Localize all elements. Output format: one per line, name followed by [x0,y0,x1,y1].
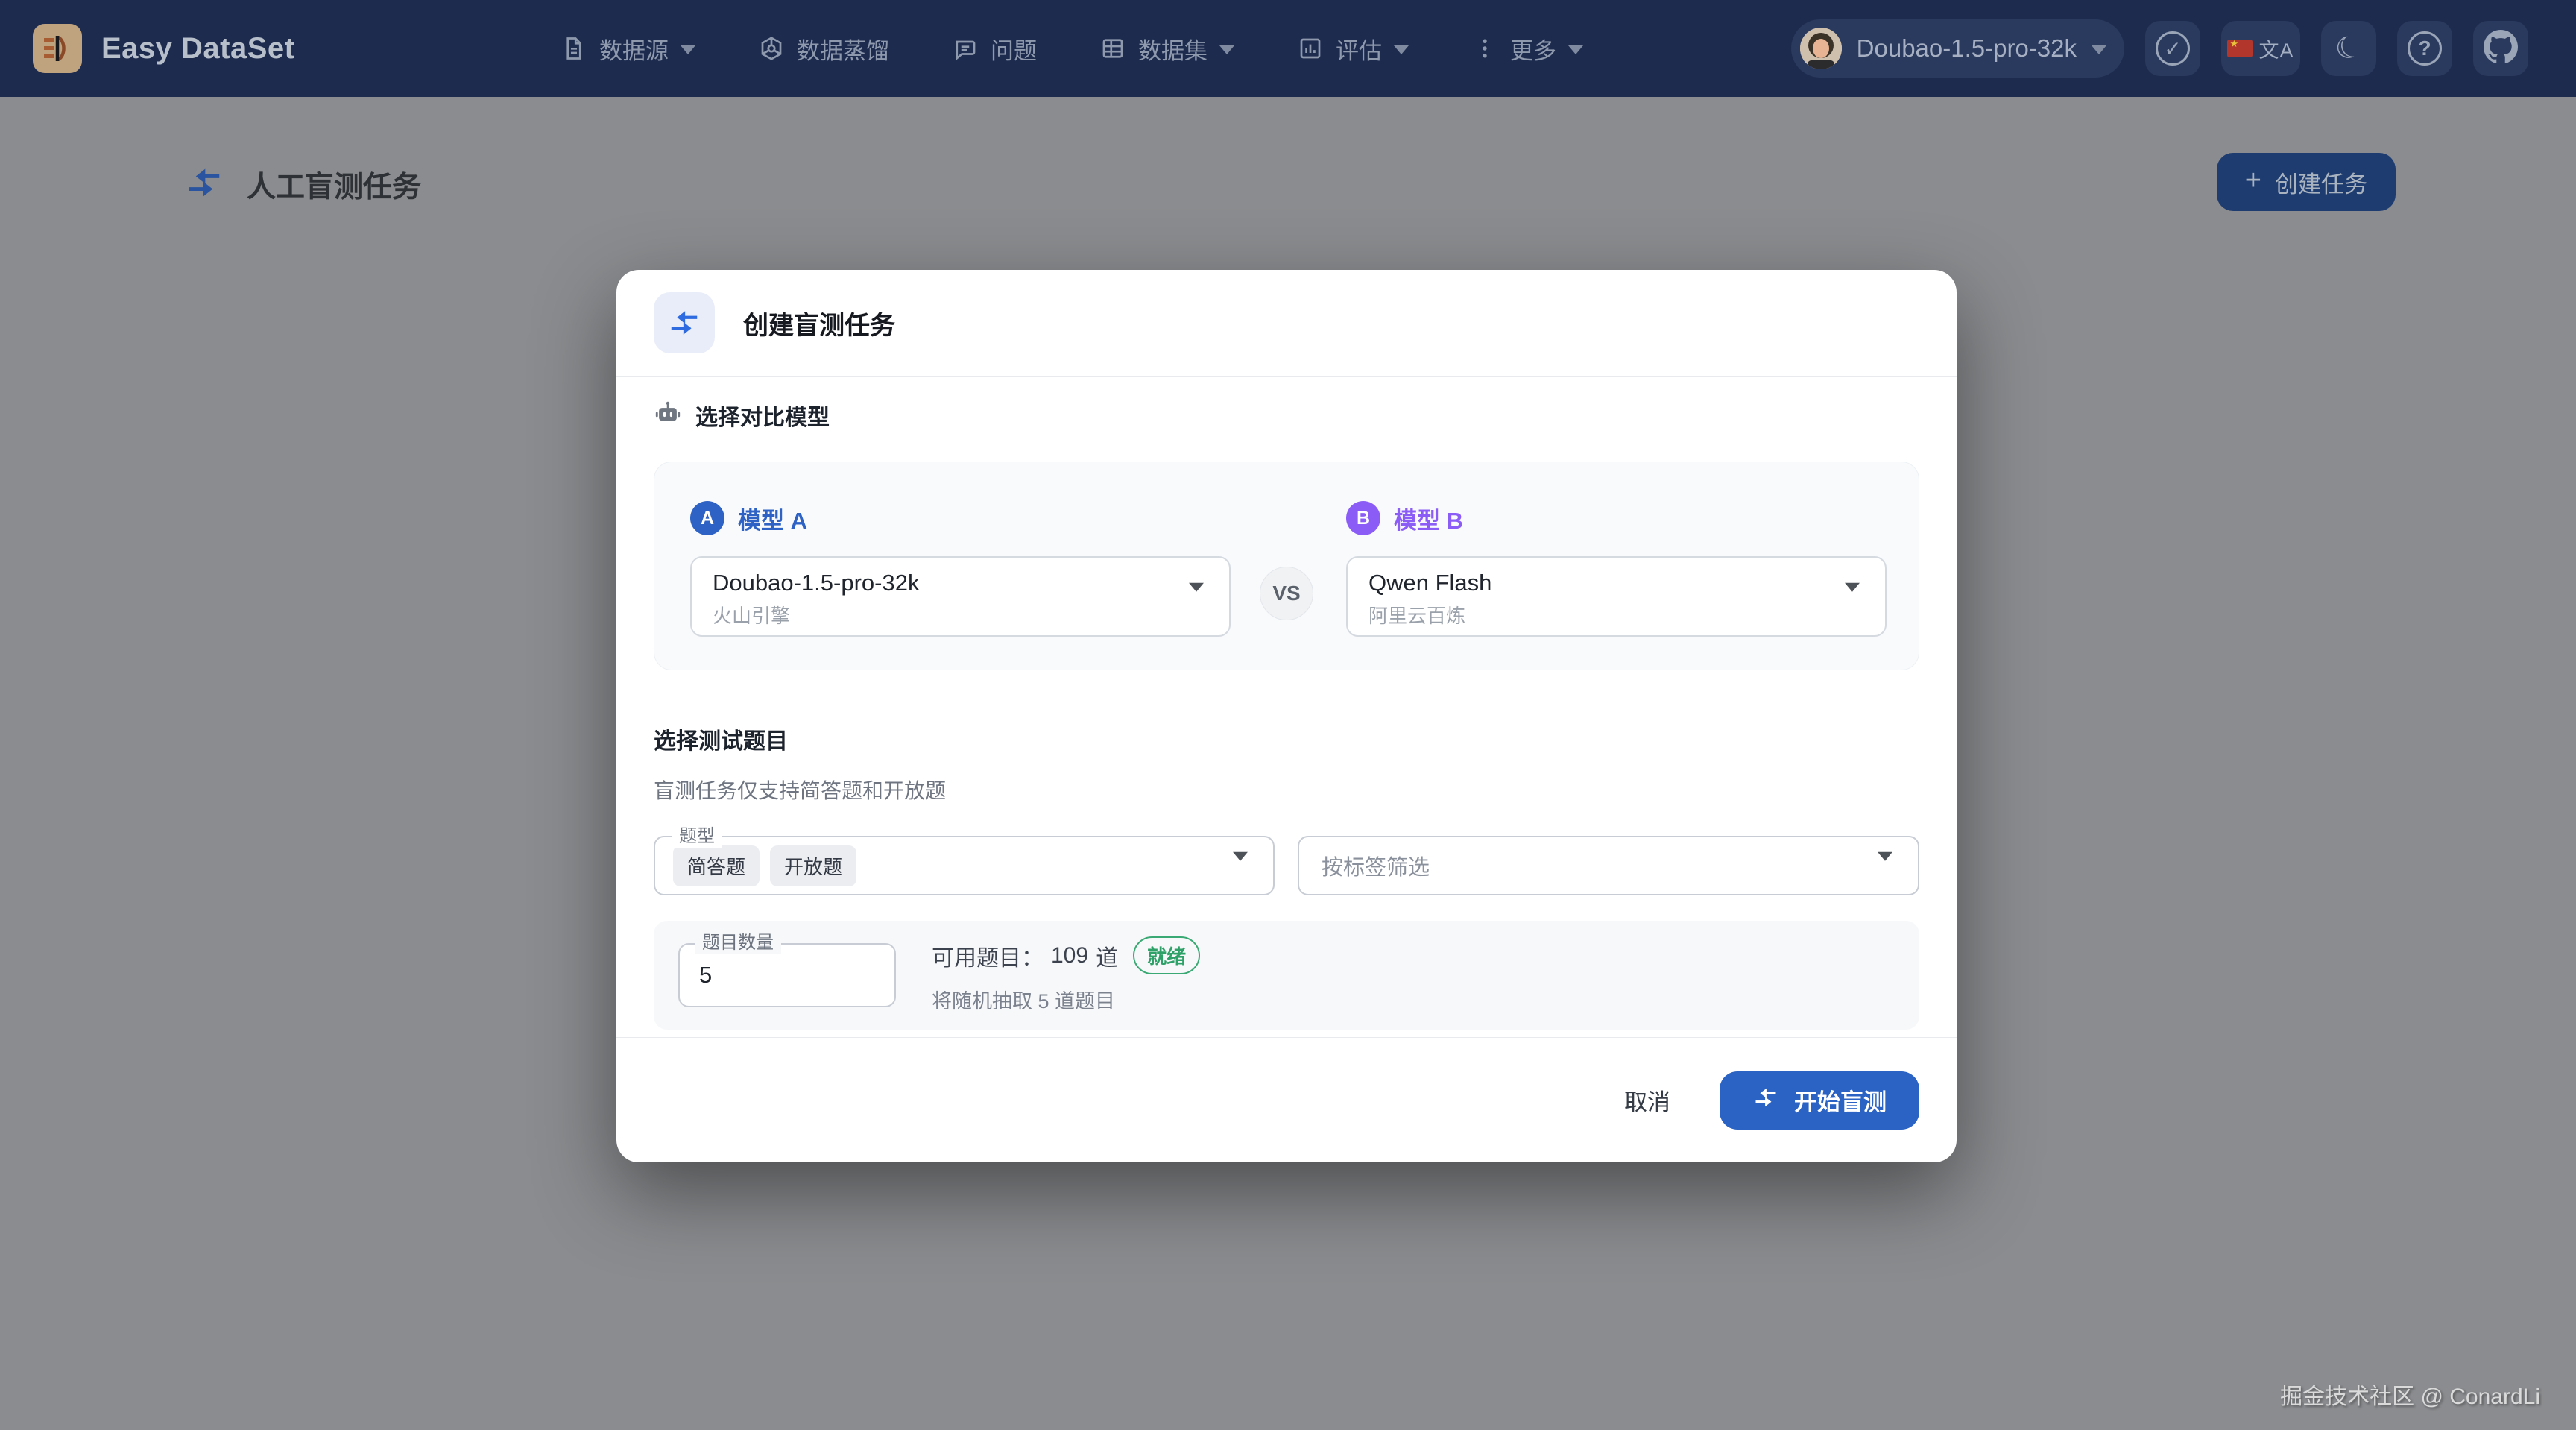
distill-icon [758,35,785,62]
quantity-card: 题目数量 可用题目： 109 道 就绪 将随机抽取 5 道题目 [654,921,1919,1030]
nav-menu: 数据源 数据蒸馏 问题 数据集 [561,0,1583,97]
model-b-label: 模型 B [1394,502,1463,535]
modal-title: 创建盲测任务 [743,305,895,341]
questions-hint: 盲测任务仅支持简答题和开放题 [654,775,1919,804]
language-switch-button[interactable]: 文A [2221,21,2300,76]
available-prefix: 可用题目： [932,939,1044,972]
chevron-down-icon [1878,861,1892,875]
modal-footer: 取消 开始盲测 [616,1037,1957,1162]
nav-item-distill[interactable]: 数据蒸馏 [758,32,889,66]
create-task-button[interactable]: + 创建任务 [2217,153,2396,211]
document-icon [561,35,587,62]
question-type-select[interactable]: 题型 简答题 开放题 [654,836,1275,895]
github-icon [2484,30,2518,68]
models-card: A 模型 A Doubao-1.5-pro-32k 火山引擎 VS B 模型 B… [654,462,1919,670]
watermark: 掘金技术社区 @ ConardLi [2280,1378,2540,1411]
model-b-badge: B [1346,501,1380,535]
questions-section-heading: 选择测试题目 [654,722,1919,755]
model-b-provider: 阿里云百炼 [1368,601,1833,629]
quantity-label: 题目数量 [695,933,781,954]
nav-item-more[interactable]: 更多 [1471,32,1583,66]
page-header: 人工盲测任务 [184,163,421,207]
cancel-button[interactable]: 取消 [1611,1076,1684,1124]
model-a-provider: 火山引擎 [713,601,1177,629]
app-title: Easy DataSet [101,32,294,66]
tag-filter-select[interactable]: 按标签筛选 [1298,836,1919,895]
robot-icon [654,400,682,432]
plus-icon: + [2245,166,2261,195]
check-circle-icon: ✓ [2156,31,2190,66]
model-b-column: B 模型 B Qwen Flash 阿里云百炼 [1346,501,1887,637]
filters-row: 题型 简答题 开放题 按标签筛选 [654,836,1919,895]
compare-arrows-icon [654,292,715,353]
chevron-down-icon [1219,45,1234,54]
nav-actions: Doubao-1.5-pro-32k ✓ 文A ☾ ? [1791,0,2528,97]
chevron-down-icon [1568,45,1583,54]
model-selector[interactable]: Doubao-1.5-pro-32k [1791,19,2124,78]
models-section-heading: 选择对比模型 [654,399,1919,432]
model-a-badge: A [690,501,724,535]
page-title: 人工盲测任务 [247,164,421,206]
top-navbar: Easy DataSet 数据源 数据蒸馏 [0,0,2576,97]
tag-filter-placeholder: 按标签筛选 [1322,850,1430,881]
dark-mode-button[interactable]: ☾ [2321,21,2376,76]
status-badge: 就绪 [1133,936,1200,974]
chat-icon [952,35,979,62]
create-blind-test-modal: 创建盲测任务 选择对比模型 A 模型 A Doubao-1.5-pro-32 [616,270,1957,1162]
china-flag-icon [2227,40,2253,57]
start-blind-test-button[interactable]: 开始盲测 [1720,1071,1919,1130]
modal-header: 创建盲测任务 [616,270,1957,377]
chevron-down-icon [1233,861,1248,875]
model-a-label: 模型 A [738,502,807,535]
task-check-button[interactable]: ✓ [2145,21,2200,76]
chevron-down-icon [1189,592,1204,605]
translate-icon: 文A [2258,34,2294,63]
chevron-down-icon [1845,592,1860,605]
question-circle-icon: ? [2408,31,2442,66]
nav-item-dataset[interactable]: 数据集 [1099,32,1234,66]
random-pick-note: 将随机抽取 5 道题目 [932,985,1200,1014]
chevron-down-icon [681,45,695,54]
chevron-down-icon [2092,45,2106,54]
app-logo-icon [33,24,82,73]
model-b-name: Qwen Flash [1368,570,1833,596]
help-button[interactable]: ? [2397,21,2452,76]
moon-icon: ☾ [2331,28,2367,69]
brand[interactable]: Easy DataSet [33,0,294,97]
chevron-down-icon [1394,45,1409,54]
nav-item-datasource[interactable]: 数据源 [561,32,695,66]
vs-badge: VS [1260,567,1313,620]
model-b-select[interactable]: Qwen Flash 阿里云百炼 [1346,556,1887,637]
evaluate-icon [1297,35,1324,62]
model-a-column: A 模型 A Doubao-1.5-pro-32k 火山引擎 [690,501,1231,637]
type-chip[interactable]: 简答题 [673,845,760,886]
type-chip[interactable]: 开放题 [770,845,856,886]
model-a-select[interactable]: Doubao-1.5-pro-32k 火山引擎 [690,556,1231,637]
nav-item-questions[interactable]: 问题 [952,32,1037,66]
github-button[interactable] [2473,21,2528,76]
current-model-label: Doubao-1.5-pro-32k [1857,34,2077,63]
question-type-label: 题型 [672,826,722,848]
compare-arrows-icon [184,163,224,207]
more-icon [1471,35,1498,62]
model-a-name: Doubao-1.5-pro-32k [713,570,1177,596]
avatar [1800,28,1842,69]
availability-info: 可用题目： 109 道 就绪 将随机抽取 5 道题目 [932,936,1200,1014]
available-count: 109 [1051,943,1088,968]
nav-item-evaluate[interactable]: 评估 [1297,32,1409,66]
dataset-icon [1099,35,1126,62]
compare-arrows-icon [1752,1084,1779,1117]
available-unit: 道 [1096,939,1118,972]
